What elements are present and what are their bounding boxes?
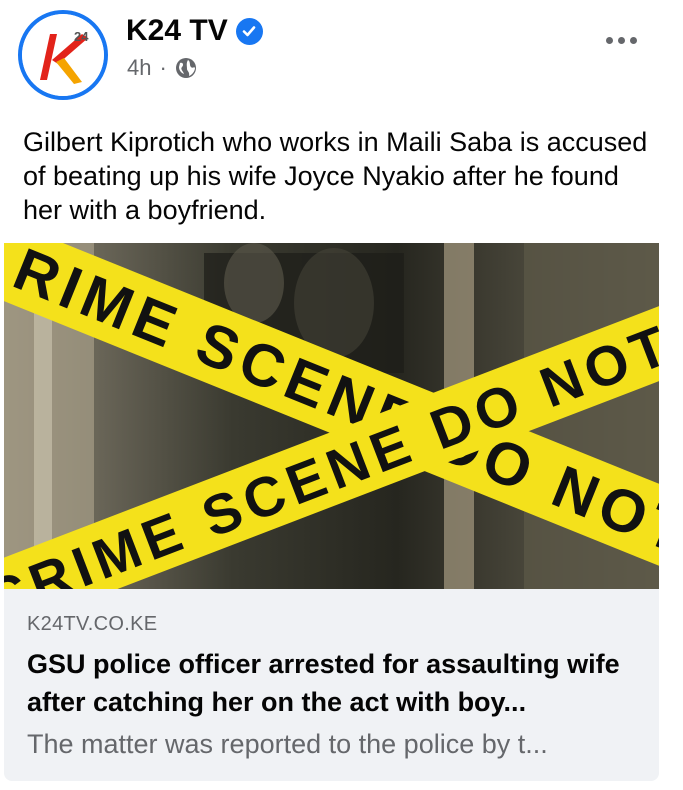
page-name-link[interactable]: K24 TV — [126, 14, 263, 48]
page-avatar[interactable]: 24 — [18, 10, 108, 100]
link-preview-info[interactable]: K24TV.CO.KE GSU police officer arrested … — [4, 589, 659, 781]
link-title[interactable]: GSU police officer arrested for assaulti… — [27, 645, 637, 721]
verified-badge-icon — [235, 17, 263, 45]
link-preview-card[interactable]: RIME SCENE DO NOT CR CRIME SCENE DO NOT … — [4, 243, 659, 781]
post-time[interactable]: 4h — [127, 55, 151, 81]
more-options-icon[interactable] — [599, 24, 643, 56]
k24-logo-icon: 24 — [22, 14, 104, 96]
post-meta: 4h · — [127, 55, 197, 81]
post-caption: Gilbert Kiprotich who works in Maili Sab… — [23, 127, 648, 225]
globe-icon[interactable] — [175, 57, 197, 79]
link-description: The matter was reported to the police by… — [27, 729, 548, 759]
post-header: 24 K24 TV 4h · — [0, 0, 683, 110]
link-domain: K24TV.CO.KE — [27, 613, 158, 635]
page-name[interactable]: K24 TV — [126, 14, 228, 48]
svg-text:24: 24 — [74, 29, 89, 44]
meta-separator: · — [159, 55, 167, 80]
link-preview-image: RIME SCENE DO NOT CR CRIME SCENE DO NOT … — [4, 243, 659, 589]
